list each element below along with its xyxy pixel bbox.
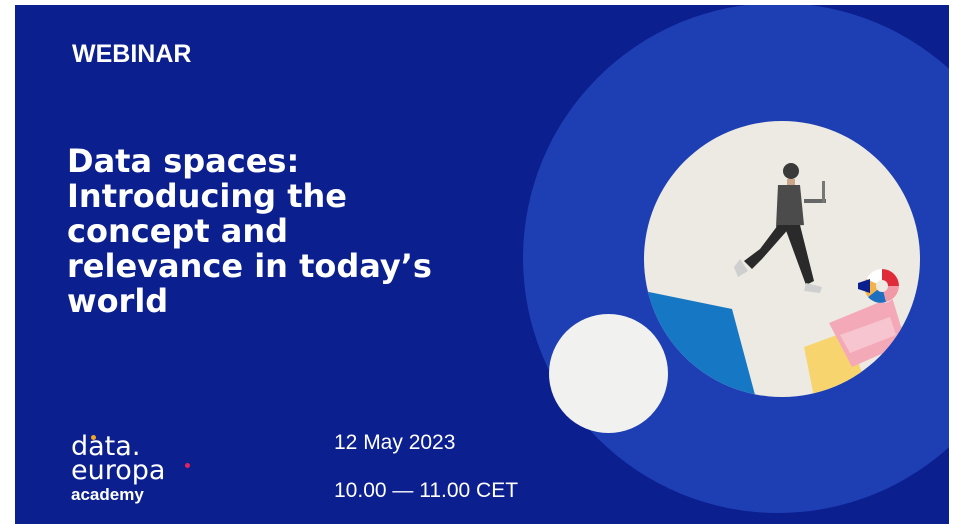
logo-word-academy: academy [71,485,144,504]
event-date: 12 May 2023 [334,431,456,454]
logo-word-europa: europa [71,455,166,486]
webinar-slide: WEBINAR Data spaces: Introducing the con… [15,5,949,524]
data-europa-academy-logo: data. europa academy [71,433,201,519]
running-man-illustration [644,163,906,397]
decorative-small-circle [549,314,668,433]
logo-dot-pink [185,463,190,468]
title-line: Introducing the [67,177,347,215]
photo-circle [644,121,920,397]
event-time: 10.00 — 11.00 CET [334,479,519,502]
title-line: relevance in today’s [67,247,432,285]
logo-dot-orange [91,435,96,440]
event-type-label: WEBINAR [72,40,192,68]
title-line: Data spaces: [67,142,300,180]
webinar-title: Data spaces: Introducing the concept and… [67,144,507,319]
title-line: concept and [67,212,289,250]
title-line: world [67,282,169,320]
